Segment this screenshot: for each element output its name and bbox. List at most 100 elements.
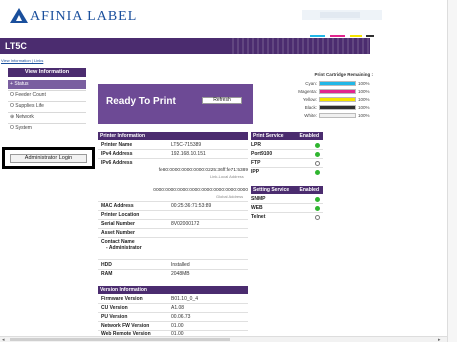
radio-icon: O	[10, 103, 14, 109]
service-label: SNMP	[251, 196, 266, 202]
cartridge-title: Print Cartridge Remaining :	[314, 72, 373, 77]
info-row-network-fw: Network FW Version 01.00	[98, 322, 248, 330]
sidebar-item-system[interactable]: O System	[8, 124, 86, 133]
enabled-dot-icon	[315, 152, 320, 157]
cartridge-percent: 100%	[358, 89, 370, 94]
plus-icon: +	[10, 81, 13, 87]
info-value: 01.00	[171, 323, 184, 329]
cartridge-cyan: Cyan: 100%	[263, 80, 373, 87]
info-label: Asset Number	[101, 230, 135, 236]
refresh-button[interactable]: Refresh	[202, 97, 242, 104]
accent-yellow	[350, 35, 362, 37]
printer-info-header: Printer Information	[98, 132, 248, 140]
service-label: Telnet	[251, 214, 266, 220]
enabled-dot-icon	[315, 143, 320, 148]
cartridge-magenta: Magenta: 100%	[263, 88, 373, 95]
page-title: LT5C	[5, 41, 27, 51]
sidebar-item-supplies-life[interactable]: O Supplies Life	[8, 102, 86, 111]
info-row-firmware: Firmware Version B01.10_0_4	[98, 295, 248, 303]
disabled-dot-icon	[315, 161, 320, 166]
ipv6-global-caption: Global Address	[216, 194, 244, 199]
scrollbar-thumb[interactable]	[10, 338, 230, 341]
info-value: Installed	[171, 262, 190, 268]
cartridge-label: White:	[304, 113, 317, 118]
info-row-ipv6: IPv6 Address	[98, 159, 248, 167]
info-value: 2048MB	[171, 271, 190, 277]
info-row-ram: RAM 2048MB	[98, 270, 248, 278]
cartridge-bar	[319, 113, 356, 118]
info-value: 192.168.10.151	[171, 151, 206, 157]
print-service-title: Print Service	[253, 133, 284, 139]
info-row-printer-name: Printer Name LT5C-715389	[98, 141, 248, 149]
info-label: RAM	[101, 271, 113, 277]
divider	[98, 259, 248, 260]
cartridge-label: Yellow:	[302, 97, 317, 102]
afinia-logo-icon	[10, 8, 28, 23]
sidebar-item-feeder-count[interactable]: O Feeder Count	[8, 91, 86, 100]
sidebar-item-status[interactable]: + Status	[8, 80, 86, 89]
info-label: Printer Location	[101, 212, 140, 218]
sidebar-item-label: Supplies Life	[15, 103, 44, 109]
info-value: A1.08	[171, 305, 185, 311]
cartridge-bar	[319, 105, 356, 110]
ipv6-link-local: fe80:0000:0000:0000:0225:36ff:fe71:5389	[158, 168, 248, 173]
info-label: CU Version	[101, 305, 128, 311]
cartridge-percent: 100%	[358, 81, 370, 86]
accent-magenta	[330, 35, 345, 37]
print-service-header: Print Service Enabled	[251, 132, 323, 140]
expand-icon: ⊕	[10, 114, 15, 120]
info-label: IPv4 Address	[101, 151, 133, 157]
status-text: Ready To Print	[106, 96, 176, 107]
vertical-scrollbar[interactable]	[447, 0, 457, 342]
info-row-serial: Serial Number 8V02000172	[98, 220, 248, 228]
info-value: 00:25:36:71:53:89	[171, 203, 212, 209]
ipv6-link-local-caption: Link-Local Address	[210, 174, 244, 179]
status-panel: Ready To Print Refresh	[98, 80, 253, 130]
info-row-hdd: HDD Installed	[98, 261, 248, 269]
breadcrumb-link[interactable]: View Information | Links	[1, 58, 43, 63]
service-label: LPR	[251, 142, 261, 148]
sidebar-item-network[interactable]: ⊕ Network	[8, 113, 86, 122]
sidebar-item-label: System	[15, 125, 32, 131]
admin-login-button[interactable]: Administrator Login	[10, 154, 87, 163]
cartridge-percent: 100%	[358, 105, 370, 110]
cartridge-yellow: Yellow: 100%	[263, 96, 373, 103]
radio-icon: O	[10, 125, 14, 131]
cartridge-percent: 100%	[358, 97, 370, 102]
info-row-cu-version: CU Version A1.08	[98, 304, 248, 312]
enabled-dot-icon	[315, 197, 320, 202]
info-label: Printer Name	[101, 142, 133, 148]
info-row-pu-version: PU Version 00.06.73	[98, 313, 248, 321]
info-label: Network FW Version	[101, 323, 150, 329]
cartridge-label: Cyan:	[305, 81, 317, 86]
info-label: Firmware Version	[101, 296, 143, 302]
setting-service-enabled-label: Enabled	[299, 187, 319, 193]
info-label: - Administrator	[106, 245, 142, 251]
info-value: 00.06.73	[171, 314, 191, 320]
service-row-port9100: Port9100	[251, 150, 323, 158]
cartridge-bar	[319, 89, 356, 94]
cartridge-percent: 100%	[358, 113, 370, 118]
service-row-snmp: SNMP	[251, 195, 323, 203]
service-label: IPP	[251, 169, 260, 175]
cartridge-white: White: 100%	[263, 112, 373, 119]
info-row-contact-admin: - Administrator	[98, 244, 248, 252]
title-decoration	[232, 38, 372, 54]
service-row-lpr: LPR	[251, 141, 323, 149]
info-value: LT5C-715389	[171, 142, 202, 148]
enabled-dot-icon	[315, 206, 320, 211]
info-label: Serial Number	[101, 221, 135, 227]
scroll-left-icon[interactable]: ◂	[2, 337, 5, 342]
setting-service-header: Setting Service Enabled	[251, 186, 323, 194]
cartridge-label: Magenta:	[298, 89, 317, 94]
info-value: B01.10_0_4	[171, 296, 198, 302]
service-row-telnet: Telnet	[251, 213, 323, 221]
admin-login-highlight: Administrator Login	[2, 147, 95, 169]
version-info-header: Version Information	[98, 286, 248, 294]
info-row-mac: MAC Address 00:25:36:71:53:89	[98, 202, 248, 210]
sidebar-header: View Information	[8, 68, 86, 77]
horizontal-scrollbar[interactable]: ◂ ▸	[0, 336, 447, 342]
sidebar-item-label: Feeder Count	[15, 92, 46, 98]
scroll-right-icon[interactable]: ▸	[438, 337, 441, 342]
info-row-asset: Asset Number	[98, 229, 248, 237]
